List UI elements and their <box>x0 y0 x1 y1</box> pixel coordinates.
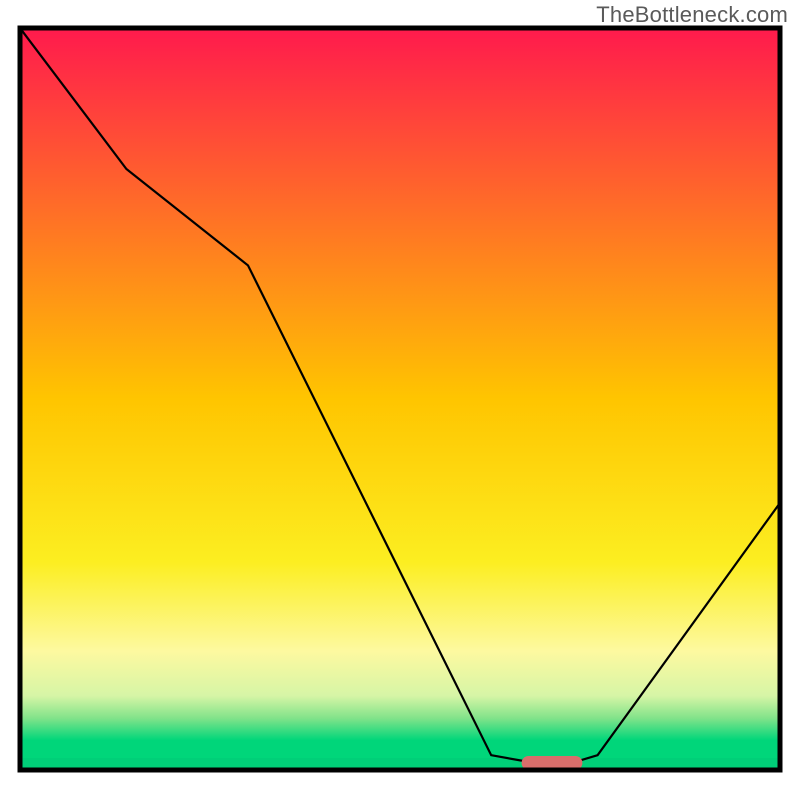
watermark-text: TheBottleneck.com <box>596 2 788 28</box>
gradient-background <box>20 28 780 770</box>
chart-container: TheBottleneck.com <box>0 0 800 800</box>
chart-svg <box>0 0 800 800</box>
plot-area <box>20 28 780 770</box>
